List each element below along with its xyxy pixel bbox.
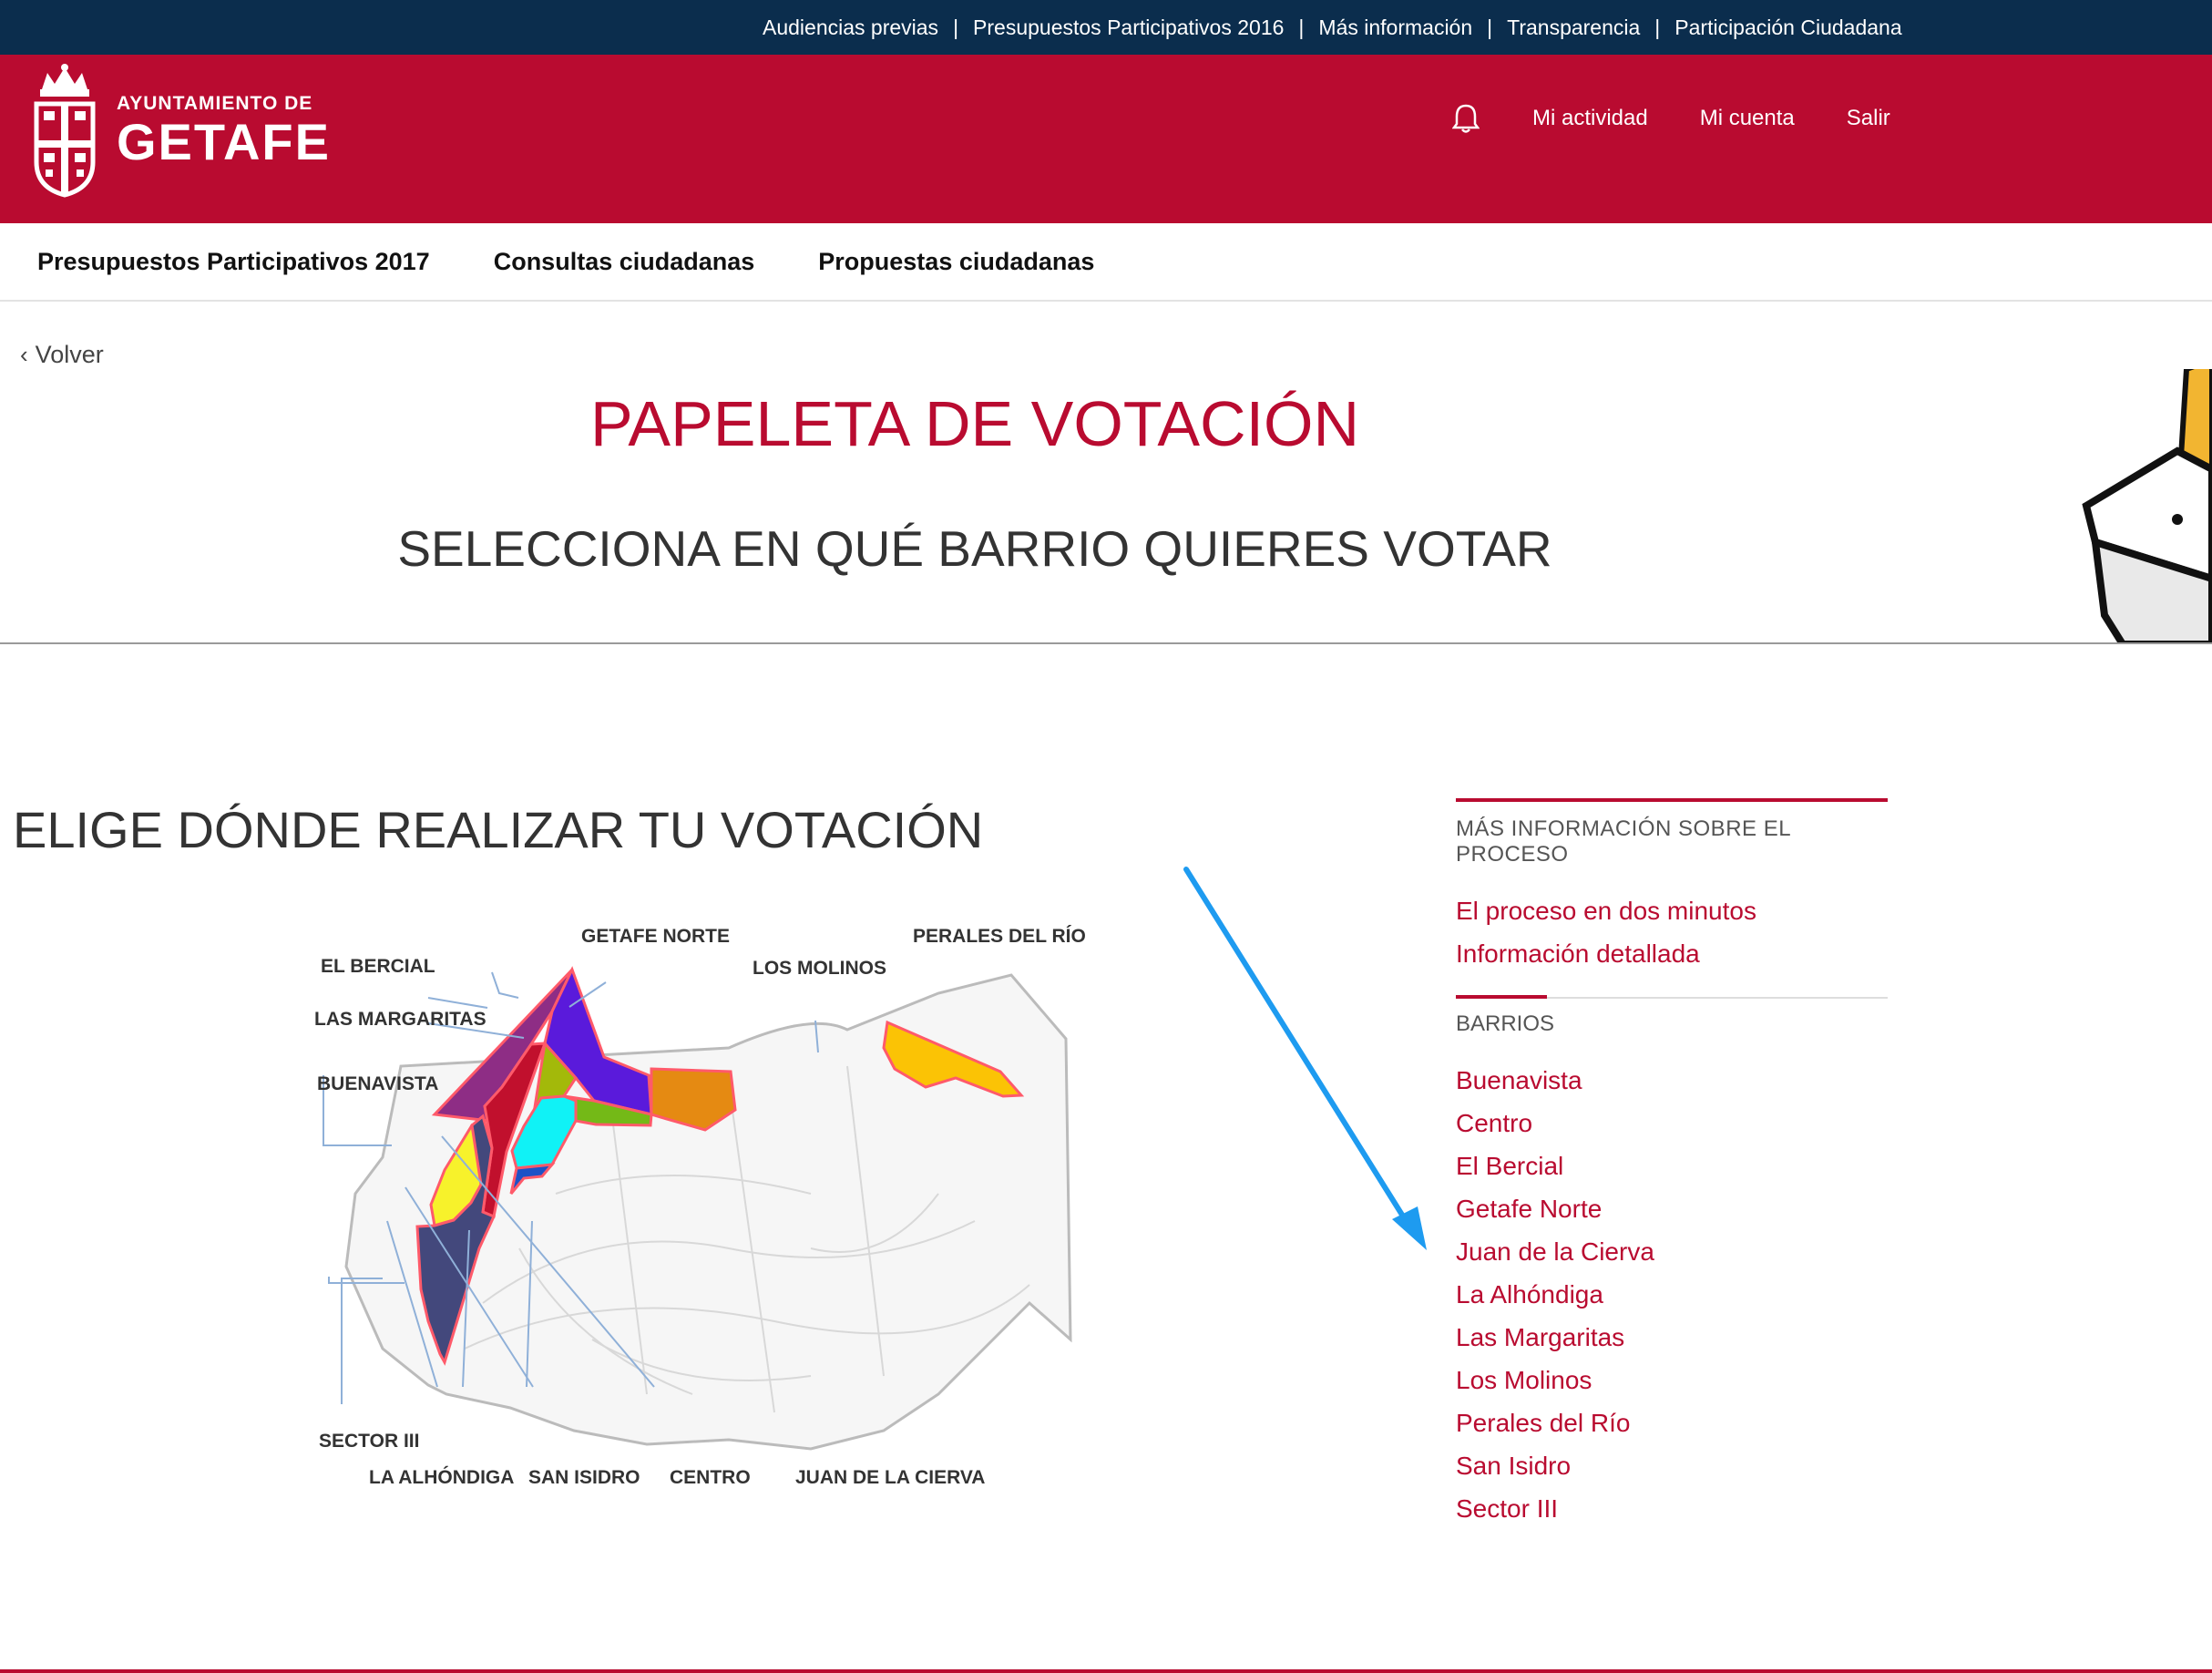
barrio-link-las-margaritas[interactable]: Las Margaritas (1456, 1316, 1888, 1359)
bell-icon[interactable] (1452, 102, 1480, 135)
barrio-link-juan-de-la-cierva[interactable]: Juan de la Cierva (1456, 1230, 1888, 1273)
nav-presupuestos-2017[interactable]: Presupuestos Participativos 2017 (37, 248, 430, 276)
map-label-san-isidro: SAN ISIDRO (528, 1467, 640, 1488)
link-mas-informacion[interactable]: Más información (1318, 15, 1472, 40)
logo-line1: AYUNTAMIENTO DE (117, 93, 313, 114)
district-map[interactable]: EL BERCIAL GETAFE NORTE LOS MOLINOS PERA… (301, 920, 1121, 1513)
annotation-arrow-icon (1183, 867, 1427, 1250)
crest-icon (34, 64, 96, 198)
ballot-box-icon (2082, 369, 2212, 644)
info-heading: MÁS INFORMACIÓN SOBRE EL PROCESO (1456, 816, 1791, 867)
sidebar: MÁS INFORMACIÓN SOBRE EL PROCESO El proc… (1456, 798, 1888, 1530)
sidebar-divider (1456, 995, 1888, 999)
map-label-sector-iii: SECTOR III (319, 1431, 419, 1452)
barrio-link-getafe-norte[interactable]: Getafe Norte (1456, 1187, 1888, 1230)
barrio-link-la-alhondiga[interactable]: La Alhóndiga (1456, 1273, 1888, 1316)
map-label-el-bercial: EL BERCIAL (321, 956, 435, 977)
chevron-left-icon: ‹ (20, 341, 28, 368)
hero-divider (0, 642, 2212, 644)
divider-accent (1456, 995, 1547, 999)
barrio-link-el-bercial[interactable]: El Bercial (1456, 1144, 1888, 1187)
map-label-la-alhondiga: LA ALHÓNDIGA (369, 1466, 514, 1488)
barrio-link-centro[interactable]: Centro (1456, 1102, 1888, 1144)
logo-line2: GETAFE (117, 113, 331, 170)
info-links: El proceso en dos minutos Información de… (1456, 889, 1888, 975)
top-utility-bar: Audiencias previas | Presupuestos Partic… (0, 0, 2212, 55)
back-link[interactable]: ‹ Volver (20, 341, 104, 369)
logo[interactable]: AYUNTAMIENTO DE GETAFE (31, 62, 331, 199)
link-informacion-detallada[interactable]: Información detallada (1456, 932, 1888, 975)
separator: | (953, 15, 959, 39)
link-mi-cuenta[interactable]: Mi cuenta (1700, 106, 1795, 131)
separator: | (1654, 15, 1661, 39)
site-header: AYUNTAMIENTO DE GETAFE Mi actividad Mi c… (0, 55, 2212, 223)
user-nav: Mi actividad Mi cuenta Salir (1532, 55, 1942, 182)
map-label-los-molinos: LOS MOLINOS (753, 958, 886, 979)
barrios-heading: BARRIOS (1456, 1011, 1555, 1036)
link-salir[interactable]: Salir (1847, 106, 1890, 131)
barrios-list: Buenavista Centro El Bercial Getafe Nort… (1456, 1059, 1888, 1530)
logo-text: AYUNTAMIENTO DE GETAFE (117, 93, 331, 168)
link-audiencias-previas[interactable]: Audiencias previas (763, 15, 938, 40)
nav-consultas-ciudadanas[interactable]: Consultas ciudadanas (494, 248, 755, 276)
link-mi-actividad[interactable]: Mi actividad (1532, 106, 1648, 131)
footer-rule (0, 1669, 2212, 1673)
page-title: PAPELETA DE VOTACIÓN (589, 388, 1360, 459)
page-subtitle: SELECCIONA EN QUÉ BARRIO QUIERES VOTAR (397, 520, 1552, 577)
map-label-juan-de-la-cierva: JUAN DE LA CIERVA (795, 1467, 985, 1488)
map-label-perales-del-rio: PERALES DEL RÍO (913, 926, 1086, 947)
map-label-centro: CENTRO (670, 1467, 751, 1488)
separator: | (1487, 15, 1493, 39)
back-label: Volver (35, 341, 104, 368)
barrio-link-sector-iii[interactable]: Sector III (1456, 1487, 1888, 1530)
barrio-link-buenavista[interactable]: Buenavista (1456, 1059, 1888, 1102)
map-label-getafe-norte: GETAFE NORTE (581, 926, 730, 947)
barrio-link-san-isidro[interactable]: San Isidro (1456, 1444, 1888, 1487)
barrio-link-perales-del-rio[interactable]: Perales del Río (1456, 1401, 1888, 1444)
barrio-link-los-molinos[interactable]: Los Molinos (1456, 1359, 1888, 1401)
map-label-las-margaritas: LAS MARGARITAS (314, 1009, 486, 1030)
sidebar-accent (1456, 798, 1888, 802)
link-proceso-dos-minutos[interactable]: El proceso en dos minutos (1456, 889, 1888, 932)
map-label-buenavista: BUENAVISTA (317, 1073, 438, 1094)
main-nav: Presupuestos Participativos 2017 Consult… (0, 223, 2212, 302)
link-participacion-ciudadana[interactable]: Participación Ciudadana (1674, 15, 1901, 40)
nav-propuestas-ciudadanas[interactable]: Propuestas ciudadanas (818, 248, 1094, 276)
section-title: ELIGE DÓNDE REALIZAR TU VOTACIÓN (13, 801, 984, 858)
link-transparencia[interactable]: Transparencia (1507, 15, 1640, 40)
separator: | (1298, 15, 1305, 39)
link-presupuestos-2016[interactable]: Presupuestos Participativos 2016 (973, 15, 1284, 40)
utility-links: Audiencias previas | Presupuestos Partic… (763, 0, 1902, 55)
